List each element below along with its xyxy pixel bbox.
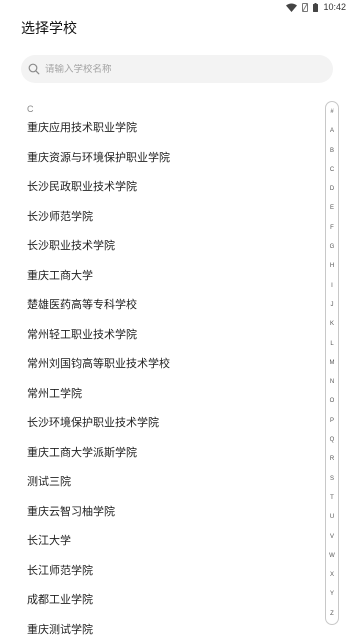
status-time: 10:42	[323, 2, 346, 12]
alphabet-index-letter[interactable]: K	[330, 320, 334, 328]
sim-signal-icon	[302, 3, 308, 12]
alphabet-index-letter[interactable]: L	[330, 340, 333, 348]
school-item[interactable]: 长江大学	[27, 526, 317, 556]
alphabet-index-letter[interactable]: Y	[330, 590, 334, 598]
school-list: 重庆应用技术职业学院 重庆资源与环境保护职业学院 长沙民政职业技术学院 长沙师范…	[27, 113, 317, 644]
alphabet-index-letter[interactable]: V	[330, 533, 334, 541]
alphabet-index-letter[interactable]: I	[331, 282, 333, 290]
school-item[interactable]: 长江师范学院	[27, 556, 317, 586]
search-input[interactable]	[45, 64, 305, 75]
school-item[interactable]: 重庆应用技术职业学院	[27, 113, 317, 143]
school-item[interactable]: 长沙环境保护职业技术学院	[27, 408, 317, 438]
alphabet-index-letter[interactable]: E	[330, 204, 334, 212]
wifi-icon	[286, 3, 297, 12]
alphabet-index-letter[interactable]: H	[330, 262, 334, 270]
school-item[interactable]: 成都工业学院	[27, 585, 317, 615]
school-item[interactable]: 楚雄医药高等专科学校	[27, 290, 317, 320]
school-item[interactable]: 长沙职业技术学院	[27, 231, 317, 261]
alphabet-index[interactable]: # A B C D E F G H I J K L M N O P Q R S …	[325, 101, 339, 625]
status-bar: 10:42	[0, 0, 354, 16]
alphabet-index-letter[interactable]: N	[330, 378, 334, 386]
alphabet-index-letter[interactable]: W	[329, 552, 335, 560]
alphabet-index-letter[interactable]: J	[331, 301, 334, 309]
alphabet-index-letter[interactable]: B	[330, 147, 334, 155]
alphabet-index-letter[interactable]: Q	[330, 436, 335, 444]
school-item[interactable]: 重庆工商大学派斯学院	[27, 438, 317, 468]
alphabet-index-letter[interactable]: S	[330, 475, 334, 483]
school-item[interactable]: 重庆资源与环境保护职业学院	[27, 143, 317, 173]
school-item[interactable]: 常州工学院	[27, 379, 317, 409]
battery-icon	[313, 3, 318, 12]
alphabet-index-letter[interactable]: #	[330, 108, 333, 116]
alphabet-index-letter[interactable]: U	[330, 513, 334, 521]
alphabet-index-letter[interactable]: A	[330, 127, 334, 135]
alphabet-index-letter[interactable]: T	[330, 494, 334, 502]
alphabet-index-letter[interactable]: X	[330, 571, 334, 579]
alphabet-index-letter[interactable]: R	[330, 455, 334, 463]
alphabet-index-letter[interactable]: P	[330, 417, 334, 425]
alphabet-index-letter[interactable]: F	[330, 224, 334, 232]
alphabet-index-letter[interactable]: C	[330, 166, 334, 174]
search-box[interactable]	[21, 55, 333, 83]
school-item[interactable]: 重庆工商大学	[27, 261, 317, 291]
alphabet-index-letter[interactable]: D	[330, 185, 334, 193]
school-item[interactable]: 长沙师范学院	[27, 202, 317, 232]
school-item[interactable]: 重庆测试学院	[27, 615, 317, 644]
school-item[interactable]: 长沙民政职业技术学院	[27, 172, 317, 202]
school-item[interactable]: 常州刘国钧高等职业技术学校	[27, 349, 317, 379]
alphabet-index-letter[interactable]: Z	[330, 610, 334, 618]
school-item[interactable]: 常州轻工职业技术学院	[27, 320, 317, 350]
school-item[interactable]: 测试三院	[27, 467, 317, 497]
search-icon	[28, 63, 40, 75]
page-title: 选择学校	[21, 18, 77, 38]
alphabet-index-letter[interactable]: M	[330, 359, 335, 367]
alphabet-index-letter[interactable]: G	[330, 243, 335, 251]
status-icons: 10:42	[286, 2, 346, 12]
school-item[interactable]: 重庆云智习柚学院	[27, 497, 317, 527]
alphabet-index-letter[interactable]: O	[330, 397, 335, 405]
